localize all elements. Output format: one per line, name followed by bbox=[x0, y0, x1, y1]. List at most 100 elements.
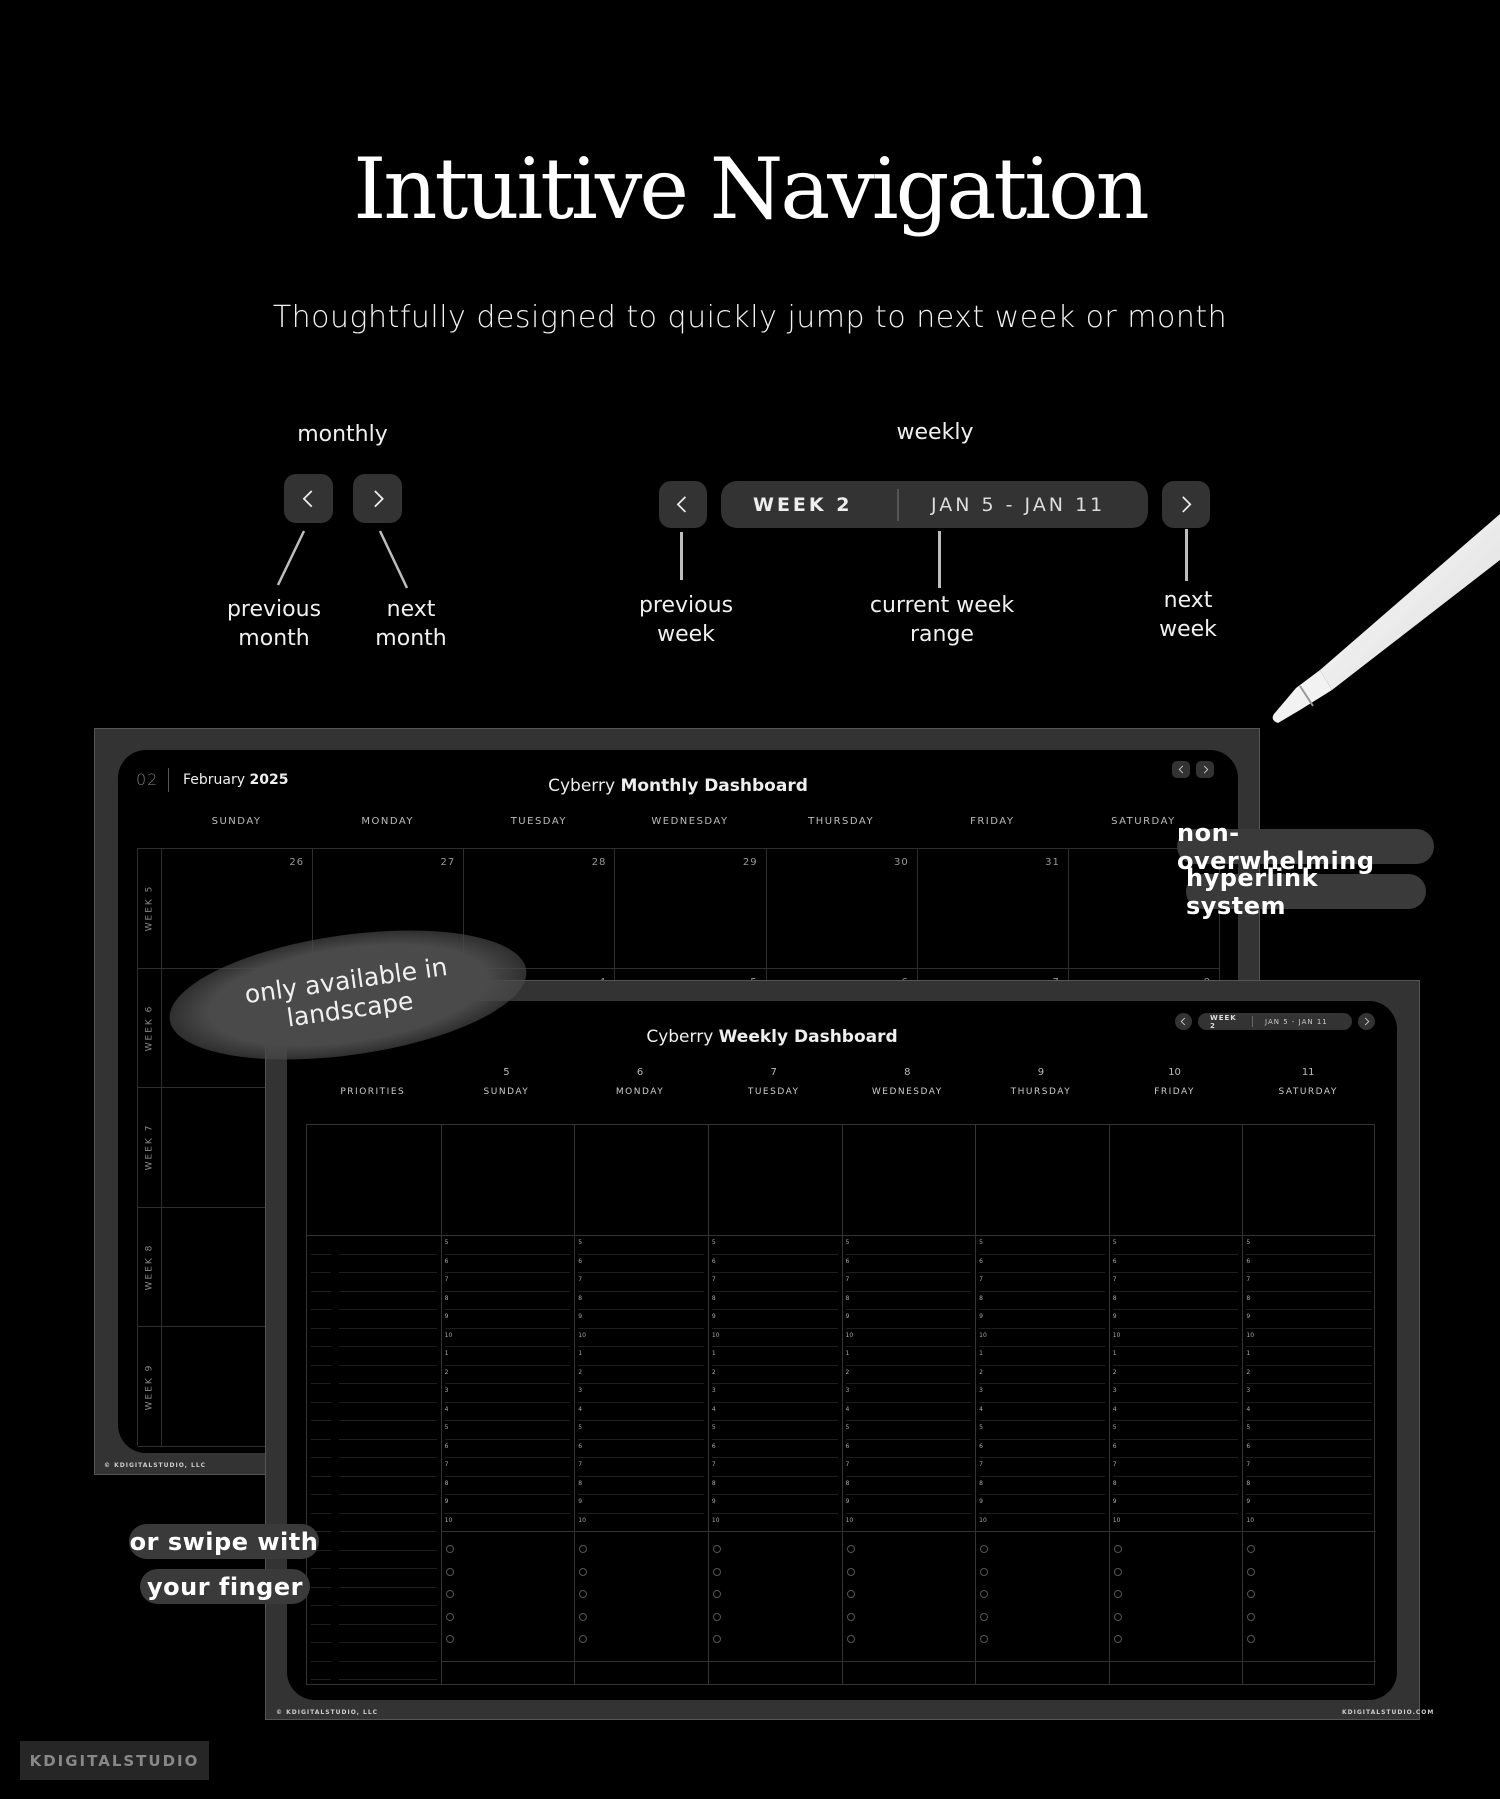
todo-checkbox[interactable] bbox=[1247, 1590, 1256, 1598]
hour-slot[interactable] bbox=[444, 1438, 571, 1440]
hour-slot[interactable] bbox=[845, 1272, 972, 1273]
priority-line[interactable] bbox=[339, 1272, 437, 1273]
hour-slot[interactable] bbox=[979, 1494, 1105, 1495]
weekly-next-button[interactable] bbox=[1358, 1013, 1375, 1030]
hour-slot[interactable] bbox=[1112, 1327, 1239, 1329]
hour-slot[interactable] bbox=[1112, 1512, 1239, 1514]
hour-slot[interactable] bbox=[1112, 1494, 1239, 1495]
weekly-range-pill[interactable]: WEEK 2 JAN 5 - JAN 11 bbox=[1198, 1013, 1352, 1030]
week-label-cell[interactable]: WEEK 6 bbox=[138, 968, 162, 1089]
todo-checkbox[interactable] bbox=[1113, 1545, 1122, 1553]
todo-checkbox[interactable] bbox=[846, 1590, 855, 1598]
hour-slot[interactable] bbox=[578, 1475, 704, 1477]
hour-slot[interactable] bbox=[845, 1290, 972, 1292]
hour-slot[interactable] bbox=[1246, 1401, 1372, 1403]
todo-checkbox[interactable] bbox=[712, 1567, 721, 1576]
priority-line[interactable] bbox=[339, 1383, 437, 1384]
week-range-pill[interactable]: WEEK 2 JAN 5 - JAN 11 bbox=[721, 481, 1148, 528]
todo-checkbox[interactable] bbox=[579, 1567, 588, 1576]
hour-slot[interactable] bbox=[1112, 1401, 1239, 1403]
todo-checkbox[interactable] bbox=[712, 1545, 721, 1553]
priority-line[interactable] bbox=[339, 1679, 437, 1680]
todo-checkbox[interactable] bbox=[445, 1545, 454, 1553]
priority-line[interactable] bbox=[339, 1531, 437, 1532]
todo-checkbox[interactable] bbox=[579, 1612, 588, 1621]
todo-checkbox[interactable] bbox=[1247, 1567, 1256, 1576]
hour-slot[interactable] bbox=[711, 1457, 838, 1458]
todo-checkbox[interactable] bbox=[846, 1567, 855, 1576]
priority-line[interactable] bbox=[339, 1253, 437, 1255]
hour-slot[interactable] bbox=[1112, 1364, 1239, 1366]
hour-slot[interactable] bbox=[1246, 1438, 1372, 1440]
priority-line[interactable] bbox=[339, 1605, 437, 1606]
priority-line[interactable] bbox=[339, 1660, 437, 1662]
todo-checkbox[interactable] bbox=[1247, 1545, 1256, 1553]
hour-slot[interactable] bbox=[444, 1420, 571, 1421]
todo-checkbox[interactable] bbox=[980, 1590, 989, 1598]
hour-slot[interactable] bbox=[444, 1383, 571, 1384]
hour-slot[interactable] bbox=[578, 1512, 704, 1514]
hour-slot[interactable] bbox=[845, 1457, 972, 1458]
hour-slot[interactable] bbox=[1112, 1438, 1239, 1440]
hour-slot[interactable] bbox=[578, 1309, 704, 1310]
hour-slot[interactable] bbox=[845, 1494, 972, 1495]
todo-checkbox[interactable] bbox=[980, 1635, 989, 1643]
todo-checkbox[interactable] bbox=[579, 1545, 588, 1553]
hour-slot[interactable] bbox=[1112, 1309, 1239, 1310]
todo-checkbox[interactable] bbox=[1247, 1635, 1256, 1643]
hour-slot[interactable] bbox=[845, 1346, 972, 1347]
monthly-prev-button[interactable] bbox=[1172, 761, 1190, 778]
hour-slot[interactable] bbox=[979, 1327, 1105, 1329]
todo-checkbox[interactable] bbox=[1113, 1590, 1122, 1598]
day-cell[interactable]: 30 bbox=[766, 849, 918, 969]
todo-checkbox[interactable] bbox=[846, 1545, 855, 1553]
hour-slot[interactable] bbox=[979, 1253, 1105, 1255]
hour-slot[interactable] bbox=[1246, 1327, 1372, 1329]
todo-checkbox[interactable] bbox=[445, 1567, 454, 1576]
hour-slot[interactable] bbox=[711, 1494, 838, 1495]
hour-slot[interactable] bbox=[711, 1327, 838, 1329]
week-label-cell[interactable]: WEEK 5 bbox=[138, 849, 162, 969]
hour-slot[interactable] bbox=[1246, 1383, 1372, 1384]
hour-slot[interactable] bbox=[845, 1383, 972, 1384]
priority-line[interactable] bbox=[339, 1346, 437, 1347]
priority-line[interactable] bbox=[339, 1401, 437, 1403]
hour-slot[interactable] bbox=[444, 1290, 571, 1292]
hour-slot[interactable] bbox=[711, 1383, 838, 1384]
hour-slot[interactable] bbox=[845, 1364, 972, 1366]
priority-line[interactable] bbox=[339, 1568, 437, 1569]
hour-slot[interactable] bbox=[711, 1309, 838, 1310]
todo-checkbox[interactable] bbox=[1113, 1635, 1122, 1643]
hour-slot[interactable] bbox=[845, 1327, 972, 1329]
todo-checkbox[interactable] bbox=[445, 1612, 454, 1621]
hour-slot[interactable] bbox=[845, 1438, 972, 1440]
todo-checkbox[interactable] bbox=[1113, 1612, 1122, 1621]
hour-slot[interactable] bbox=[444, 1327, 571, 1329]
hour-slot[interactable] bbox=[1246, 1457, 1372, 1458]
hour-slot[interactable] bbox=[578, 1420, 704, 1421]
hour-slot[interactable] bbox=[711, 1253, 838, 1255]
hour-slot[interactable] bbox=[845, 1420, 972, 1421]
hour-slot[interactable] bbox=[711, 1512, 838, 1514]
hour-slot[interactable] bbox=[711, 1438, 838, 1440]
hour-slot[interactable] bbox=[1246, 1346, 1372, 1347]
hour-slot[interactable] bbox=[1112, 1457, 1239, 1458]
hour-slot[interactable] bbox=[1112, 1290, 1239, 1292]
hour-slot[interactable] bbox=[578, 1272, 704, 1273]
priority-line[interactable] bbox=[339, 1586, 437, 1588]
hour-slot[interactable] bbox=[979, 1401, 1105, 1403]
priority-line[interactable] bbox=[339, 1475, 437, 1477]
priority-line[interactable] bbox=[339, 1512, 437, 1514]
hour-slot[interactable] bbox=[578, 1364, 704, 1366]
todo-checkbox[interactable] bbox=[445, 1590, 454, 1598]
priority-line[interactable] bbox=[339, 1309, 437, 1310]
priority-line[interactable] bbox=[339, 1438, 437, 1440]
hour-slot[interactable] bbox=[1246, 1475, 1372, 1477]
previous-month-button[interactable] bbox=[284, 474, 333, 523]
hour-slot[interactable] bbox=[711, 1401, 838, 1403]
hour-slot[interactable] bbox=[979, 1512, 1105, 1514]
priority-line[interactable] bbox=[339, 1290, 437, 1292]
hour-slot[interactable] bbox=[1112, 1272, 1239, 1273]
priority-line[interactable] bbox=[339, 1623, 437, 1625]
hour-slot[interactable] bbox=[979, 1309, 1105, 1310]
